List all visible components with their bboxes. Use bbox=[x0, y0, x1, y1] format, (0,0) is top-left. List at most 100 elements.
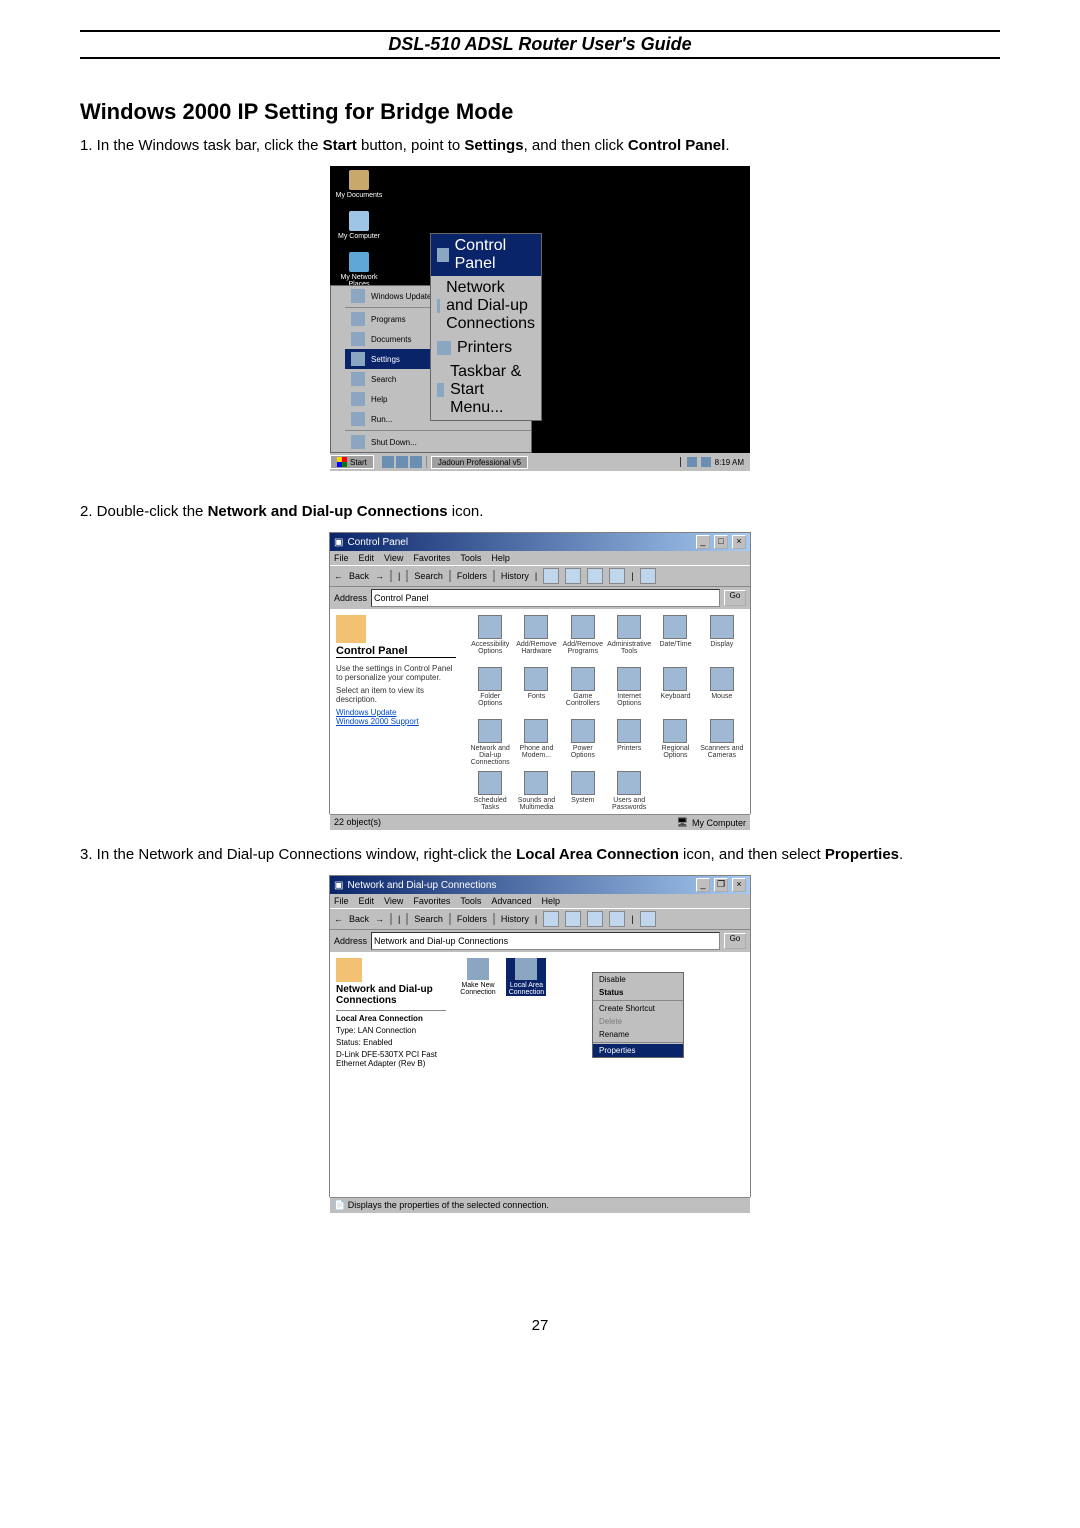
icon-make-new-connection[interactable]: Make New Connection bbox=[458, 958, 498, 996]
close-button[interactable]: × bbox=[732, 535, 746, 549]
toolbar-icon[interactable] bbox=[640, 911, 656, 927]
address-bar[interactable]: Address Go bbox=[330, 587, 750, 609]
restore-button[interactable]: ❐ bbox=[714, 878, 728, 892]
menu-favorites[interactable]: Favorites bbox=[413, 896, 450, 906]
cp-icon-printers[interactable]: Printers bbox=[607, 719, 651, 769]
up-button[interactable] bbox=[390, 571, 392, 581]
forward-button[interactable]: → bbox=[375, 914, 384, 924]
toolbar-icon[interactable] bbox=[543, 568, 559, 584]
menu-advanced[interactable]: Advanced bbox=[491, 896, 531, 906]
tray-icon[interactable] bbox=[701, 457, 711, 467]
menu-edit[interactable]: Edit bbox=[359, 896, 375, 906]
menu-help[interactable]: Help bbox=[491, 553, 510, 563]
forward-button[interactable]: → bbox=[375, 571, 384, 581]
menu-tools[interactable]: Tools bbox=[460, 553, 481, 563]
quick-launch[interactable] bbox=[378, 456, 427, 468]
go-button[interactable]: Go bbox=[724, 933, 746, 949]
back-button[interactable]: ← bbox=[334, 914, 343, 924]
icon-local-area-connection[interactable]: Local Area Connection bbox=[506, 958, 546, 996]
history-button[interactable] bbox=[493, 914, 495, 924]
folders-button[interactable] bbox=[449, 914, 451, 924]
address-bar[interactable]: Address Go bbox=[330, 930, 750, 952]
taskbar-task[interactable]: Jadoun Professional v5 bbox=[431, 456, 528, 469]
history-button[interactable] bbox=[493, 571, 495, 581]
settings-submenu[interactable]: Control Panel Network and Dial-up Connec… bbox=[430, 233, 542, 421]
menu-bar[interactable]: File Edit View Favorites Tools Help bbox=[330, 551, 750, 565]
desktop-icon-network-places[interactable]: My Network Places bbox=[334, 252, 384, 288]
cp-icon-keyboard[interactable]: Keyboard bbox=[653, 667, 697, 717]
cp-icon-mouse[interactable]: Mouse bbox=[700, 667, 744, 717]
cp-icon-users-and-passwords[interactable]: Users and Passwords bbox=[607, 771, 651, 821]
link-win2000-support[interactable]: Windows 2000 Support bbox=[336, 717, 456, 726]
cp-icon-fonts[interactable]: Fonts bbox=[514, 667, 558, 717]
go-button[interactable]: Go bbox=[724, 590, 746, 606]
toolbar-icon[interactable] bbox=[565, 911, 581, 927]
submenu-printers[interactable]: Printers bbox=[431, 336, 541, 360]
menu-help[interactable]: Help bbox=[541, 896, 560, 906]
ctx-status[interactable]: Status bbox=[593, 986, 683, 999]
cp-icon-display[interactable]: Display bbox=[700, 615, 744, 665]
menu-tools[interactable]: Tools bbox=[460, 896, 481, 906]
window-title-bar[interactable]: ▣ Control Panel _ □ × bbox=[330, 533, 750, 551]
cp-icon-phone-and-modem-[interactable]: Phone and Modem... bbox=[514, 719, 558, 769]
folders-button[interactable] bbox=[449, 571, 451, 581]
desktop-icon-my-documents[interactable]: My Documents bbox=[334, 170, 384, 199]
cp-icon-folder-options[interactable]: Folder Options bbox=[468, 667, 512, 717]
toolbar-icon[interactable] bbox=[609, 911, 625, 927]
ctx-create-shortcut[interactable]: Create Shortcut bbox=[593, 1002, 683, 1015]
connections-area[interactable]: Make New Connection Local Area Connectio… bbox=[452, 952, 750, 1197]
menu-favorites[interactable]: Favorites bbox=[413, 553, 450, 563]
submenu-control-panel[interactable]: Control Panel bbox=[431, 234, 541, 276]
address-input[interactable] bbox=[371, 589, 720, 607]
menu-bar[interactable]: File Edit View Favorites Tools Advanced … bbox=[330, 894, 750, 908]
cp-icon-administrative-tools[interactable]: Administrative Tools bbox=[607, 615, 651, 665]
desktop-icon-my-computer[interactable]: My Computer bbox=[334, 211, 384, 240]
cp-icon-scanners-and-cameras[interactable]: Scanners and Cameras bbox=[700, 719, 744, 769]
ctx-disable[interactable]: Disable bbox=[593, 973, 683, 986]
search-button[interactable] bbox=[406, 571, 408, 581]
cp-icon-date-time[interactable]: Date/Time bbox=[653, 615, 697, 665]
start-item-shutdown[interactable]: Shut Down... bbox=[345, 432, 531, 452]
context-menu[interactable]: Disable Status Create Shortcut Delete Re… bbox=[592, 972, 684, 1058]
start-button[interactable]: Start bbox=[330, 455, 374, 469]
ctx-rename[interactable]: Rename bbox=[593, 1028, 683, 1041]
toolbar-icon[interactable] bbox=[565, 568, 581, 584]
cp-icon-accessibility-options[interactable]: Accessibility Options bbox=[468, 615, 512, 665]
cp-icon-internet-options[interactable]: Internet Options bbox=[607, 667, 651, 717]
ctx-properties[interactable]: Properties bbox=[593, 1044, 683, 1057]
cp-icon-add-remove-programs[interactable]: Add/Remove Programs bbox=[561, 615, 605, 665]
cp-icon-network-and-dial-up-connections[interactable]: Network and Dial-up Connections bbox=[468, 719, 512, 769]
minimize-button[interactable]: _ bbox=[696, 878, 710, 892]
toolbar[interactable]: ←Back → | Search Folders History | | bbox=[330, 908, 750, 930]
address-input[interactable] bbox=[371, 932, 720, 950]
tray-icon[interactable] bbox=[687, 457, 697, 467]
up-button[interactable] bbox=[390, 914, 392, 924]
toolbar-icon[interactable] bbox=[543, 911, 559, 927]
cp-icon-sounds-and-multimedia[interactable]: Sounds and Multimedia bbox=[514, 771, 558, 821]
submenu-taskbar[interactable]: Taskbar & Start Menu... bbox=[431, 360, 541, 420]
menu-file[interactable]: File bbox=[334, 553, 349, 563]
toolbar[interactable]: ←Back → | Search Folders History | | bbox=[330, 565, 750, 587]
system-tray[interactable]: 8:19 AM bbox=[680, 457, 750, 467]
search-button[interactable] bbox=[406, 914, 408, 924]
cp-icon-game-controllers[interactable]: Game Controllers bbox=[561, 667, 605, 717]
minimize-button[interactable]: _ bbox=[696, 535, 710, 549]
cp-icon-regional-options[interactable]: Regional Options bbox=[653, 719, 697, 769]
ql-icon[interactable] bbox=[396, 456, 408, 468]
toolbar-icon[interactable] bbox=[587, 568, 603, 584]
menu-edit[interactable]: Edit bbox=[359, 553, 375, 563]
cp-icon-system[interactable]: System bbox=[561, 771, 605, 821]
window-title-bar[interactable]: ▣ Network and Dial-up Connections _ ❐ × bbox=[330, 876, 750, 894]
maximize-button[interactable]: □ bbox=[714, 535, 728, 549]
ql-icon[interactable] bbox=[410, 456, 422, 468]
cp-icon-power-options[interactable]: Power Options bbox=[561, 719, 605, 769]
toolbar-icon[interactable] bbox=[609, 568, 625, 584]
submenu-network[interactable]: Network and Dial-up Connections bbox=[431, 276, 541, 336]
menu-view[interactable]: View bbox=[384, 896, 403, 906]
back-button[interactable]: ← bbox=[334, 571, 343, 581]
toolbar-icon[interactable] bbox=[640, 568, 656, 584]
menu-view[interactable]: View bbox=[384, 553, 403, 563]
link-windows-update[interactable]: Windows Update bbox=[336, 708, 456, 717]
taskbar[interactable]: Start Jadoun Professional v5 8:19 AM bbox=[330, 453, 750, 471]
close-button[interactable]: × bbox=[732, 878, 746, 892]
